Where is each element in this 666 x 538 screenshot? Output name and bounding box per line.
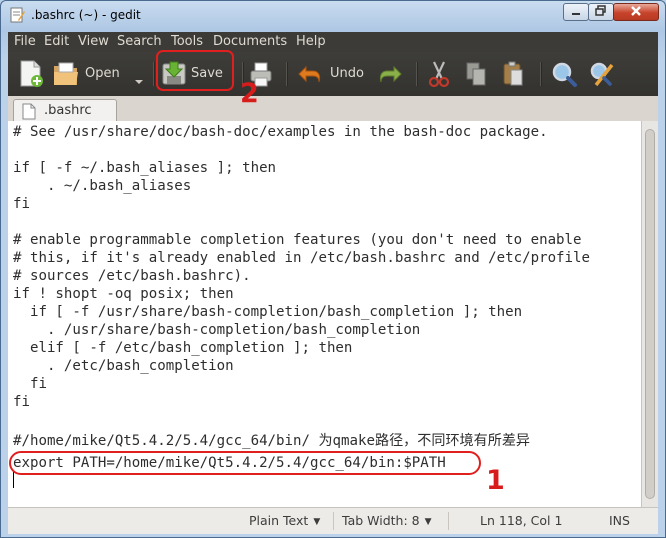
annotation-number-1: 1: [486, 465, 505, 496]
tab-label: .bashrc: [44, 103, 92, 118]
close-icon: [631, 6, 641, 16]
copy-icon[interactable]: [463, 58, 489, 90]
text-cursor: [13, 472, 14, 488]
document-tab-bar: .bashrc: [8, 96, 658, 123]
toolbar-separator: [153, 62, 155, 86]
menu-help[interactable]: Help: [296, 34, 326, 49]
scissors-icon[interactable]: [426, 58, 452, 90]
save-button-annotation-box: [156, 50, 234, 91]
menu-view[interactable]: View: [78, 34, 109, 49]
code-line: # See /usr/share/doc/bash-doc/examples i…: [13, 124, 548, 140]
minimize-button[interactable]: [563, 3, 589, 21]
toolbar-separator: [416, 62, 418, 86]
tab-bashrc[interactable]: .bashrc: [13, 99, 117, 123]
undo-button-label[interactable]: Undo: [330, 66, 364, 81]
new-document-icon[interactable]: [18, 58, 44, 90]
undo-icon[interactable]: [296, 58, 324, 90]
tab-width-selector[interactable]: Tab Width: 8 ▼: [342, 513, 432, 528]
code-line-comment-qmake: #/home/mike/Qt5.4.2/5.4/gcc_64/bin/ 为qma…: [13, 433, 531, 449]
language-selector[interactable]: Plain Text ▼: [249, 513, 320, 528]
open-folder-icon[interactable]: [52, 58, 80, 90]
menu-tools[interactable]: Tools: [171, 34, 203, 49]
code-line: fi: [13, 394, 30, 410]
insert-mode: INS: [609, 513, 630, 528]
open-button-label[interactable]: Open: [85, 66, 120, 81]
vertical-scrollbar[interactable]: [641, 121, 658, 507]
menu-documents[interactable]: Documents: [213, 34, 287, 49]
gedit-app-icon: [10, 7, 25, 23]
code-line: if [ -f /usr/share/bash-completion/bash_…: [13, 304, 523, 320]
restore-icon: [595, 5, 606, 16]
text-editor-area[interactable]: # See /usr/share/doc/bash-doc/examples i…: [8, 121, 641, 507]
paste-icon[interactable]: [500, 58, 526, 90]
code-line: elif [ -f /etc/bash_completion ]; then: [13, 340, 353, 356]
status-separator: [448, 512, 449, 530]
menu-file[interactable]: File: [14, 34, 36, 49]
menu-edit[interactable]: Edit: [44, 34, 69, 49]
menu-search[interactable]: Search: [117, 34, 162, 49]
status-separator: [333, 512, 334, 530]
code-line: if [ -f ~/.bash_aliases ]; then: [13, 160, 277, 176]
code-line: # enable programmable completion feature…: [13, 232, 582, 248]
minimize-icon: [572, 13, 580, 15]
toolbar: Open Save Undo: [8, 52, 658, 97]
redo-icon[interactable]: [376, 58, 404, 90]
title-bar: .bashrc (~) - gedit: [1, 1, 665, 31]
export-line-annotation-box: [9, 451, 481, 475]
maximize-button[interactable]: [588, 3, 614, 21]
chevron-down-icon: ▼: [424, 517, 432, 527]
search-icon[interactable]: [550, 58, 578, 90]
menu-bar: File Edit View Search Tools Documents He…: [8, 32, 658, 52]
code-line: . /usr/share/bash-completion/bash_comple…: [13, 322, 421, 338]
text-file-icon: [22, 103, 36, 120]
code-line: . ~/.bash_aliases: [13, 178, 192, 194]
scrollbar-thumb[interactable]: [645, 129, 655, 499]
code-line: . /etc/bash_completion: [13, 358, 234, 374]
code-line: # this, if it's already enabled in /etc/…: [13, 250, 590, 266]
cursor-position: Ln 118, Col 1: [480, 513, 563, 528]
toolbar-separator: [286, 62, 288, 86]
code-line: fi: [13, 376, 47, 392]
close-button[interactable]: [613, 3, 659, 21]
chevron-down-icon: ▼: [313, 517, 321, 527]
code-line: fi: [13, 196, 30, 212]
code-line: if ! shopt -oq posix; then: [13, 286, 234, 302]
chevron-down-icon[interactable]: [134, 66, 144, 98]
status-bar: Plain Text ▼ Tab Width: 8 ▼ Ln 118, Col 1 …: [8, 507, 658, 534]
code-line: # sources /etc/bash.bashrc).: [13, 268, 251, 284]
annotation-number-2: 2: [240, 78, 259, 109]
toolbar-separator: [540, 62, 542, 86]
window-title: .bashrc (~) - gedit: [31, 8, 141, 22]
find-replace-icon[interactable]: [588, 58, 616, 90]
